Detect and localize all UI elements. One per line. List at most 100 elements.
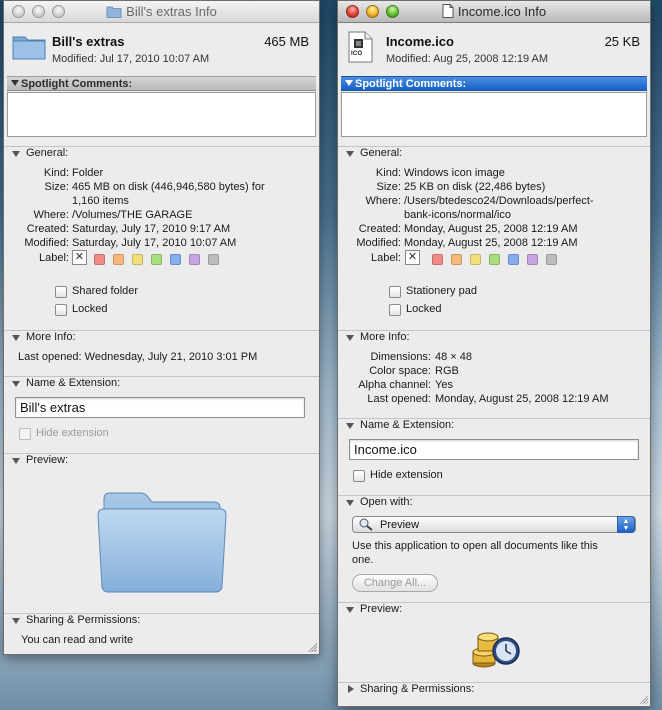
open-with-description-cont: one. [352,554,374,566]
window-title: Bill's extras Info [126,4,217,19]
preview-section-header[interactable]: Preview: [338,602,650,616]
name-extension-section-header[interactable]: Name & Extension: [338,418,650,432]
section-label: Preview: [26,454,69,466]
shared-folder-label: Shared folder [72,285,139,297]
shared-folder-checkbox[interactable] [55,286,67,298]
label-color-orange[interactable] [113,254,124,265]
modified-date: Modified: Aug 25, 2008 12:19 AM [386,53,549,65]
document-icon [442,4,454,21]
dimensions-label: Dimensions: [370,351,431,363]
last-opened-label: Last opened: [367,393,431,405]
label-none-button[interactable]: ✕ [405,250,420,265]
sharing-permissions-section-header[interactable]: Sharing & Permissions: [4,613,319,627]
kind-label: Kind: [43,167,69,179]
disclosure-triangle-icon [11,80,19,86]
popup-arrows-icon: ▲ ▼ [617,516,635,533]
open-with-section-header[interactable]: Open with: [338,495,650,509]
last-opened-value: Last opened: Wednesday, July 21, 2010 3:… [18,351,258,363]
file-name: Income.ico [386,34,454,49]
ico-file-icon: ICO [346,31,374,66]
alpha-channel-label: Alpha channel: [358,379,431,391]
label-color-purple[interactable] [189,254,200,265]
name-extension-section-header[interactable]: Name & Extension: [4,376,319,390]
kind-label: Kind: [375,167,401,179]
name-field[interactable]: Income.ico [349,439,639,460]
kind-value: Folder [72,167,104,179]
modified-label: Modified: [356,237,401,249]
spotlight-comments-field[interactable] [341,92,647,137]
stationery-pad-checkbox[interactable] [389,286,401,298]
more-info-section-header[interactable]: More Info: [338,330,650,344]
disclosure-triangle-icon [12,381,20,387]
where-value: /Volumes/THE GARAGE [72,209,193,221]
general-section-header[interactable]: General: [338,146,650,160]
resize-grip[interactable] [307,642,317,652]
section-label: More Info: [26,331,76,343]
created-value: Monday, August 25, 2008 12:19 AM [404,223,578,235]
change-all-button[interactable]: Change All... [352,574,438,592]
where-value: /Users/btedesco24/Downloads/perfect- [404,195,594,207]
permissions-text: You can read and write [21,634,134,646]
hide-extension-checkbox[interactable] [19,428,31,440]
modified-date: Modified: Jul 17, 2010 10:07 AM [52,53,210,65]
locked-label: Locked [406,303,442,315]
label-none-button[interactable]: ✕ [72,250,87,265]
sharing-permissions-section-header[interactable]: Sharing & Permissions: [338,682,650,696]
section-label: General: [360,147,403,159]
section-label: Preview: [360,603,403,615]
title-bar[interactable]: Income.ico Info [338,1,650,23]
label-color-blue[interactable] [170,254,181,265]
size-value: 25 KB on disk (22,486 bytes) [404,181,546,193]
more-info-section-header[interactable]: More Info: [4,330,319,344]
disclosure-triangle-icon [346,151,354,157]
label-color-yellow[interactable] [132,254,143,265]
label-color-red[interactable] [432,254,443,265]
hide-extension-checkbox[interactable] [353,470,365,482]
where-label: Where: [33,209,69,221]
locked-label: Locked [72,303,108,315]
disclosure-triangle-icon [12,458,20,464]
label-color-gray[interactable] [208,254,219,265]
label-color-gray[interactable] [546,254,557,265]
title-bar[interactable]: Bill's extras Info [4,1,319,23]
window-title: Income.ico Info [457,4,547,19]
label-color-green[interactable] [489,254,500,265]
section-label: Spotlight Comments: [355,78,467,90]
size-label: Size: [44,181,69,193]
label-label: Label: [371,252,401,264]
spotlight-comments-field[interactable] [7,92,316,137]
file-size: 465 MB [264,34,309,49]
section-label: Name & Extension: [26,377,121,389]
created-value: Saturday, July 17, 2010 9:17 AM [72,223,231,235]
resize-grip[interactable] [638,694,648,704]
name-field[interactable]: Bill's extras [15,397,305,418]
label-color-green[interactable] [151,254,162,265]
label-color-red[interactable] [94,254,105,265]
info-window-bills-extras: Bill's extras Info Bill's extras 465 MB … [3,0,320,655]
last-opened-value: Monday, August 25, 2008 12:19 AM [435,393,609,405]
size-value: 465 MB on disk (446,946,580 bytes) for [72,181,265,193]
locked-checkbox[interactable] [389,304,401,316]
color-space-value: RGB [435,365,459,377]
disclosure-triangle-icon [12,618,20,624]
spotlight-comments-header[interactable]: Spotlight Comments: [341,76,647,91]
disclosure-triangle-icon [12,335,20,341]
open-with-popup[interactable]: Preview ▲ ▼ [352,516,636,533]
disclosure-triangle-icon [346,335,354,341]
section-label: Spotlight Comments: [21,78,133,90]
label-color-purple[interactable] [527,254,538,265]
label-color-yellow[interactable] [470,254,481,265]
modified-value: Monday, August 25, 2008 12:19 AM [404,237,578,249]
disclosure-triangle-icon [348,685,354,693]
label-color-orange[interactable] [451,254,462,265]
where-label: Where: [365,195,401,207]
section-label: More Info: [360,331,410,343]
preview-section-header[interactable]: Preview: [4,453,319,467]
folder-icon [12,31,46,64]
locked-checkbox[interactable] [55,304,67,316]
label-color-blue[interactable] [508,254,519,265]
created-label: Created: [358,223,401,235]
disclosure-triangle-icon [345,80,353,86]
general-section-header[interactable]: General: [4,146,319,160]
spotlight-comments-header[interactable]: Spotlight Comments: [7,76,316,91]
